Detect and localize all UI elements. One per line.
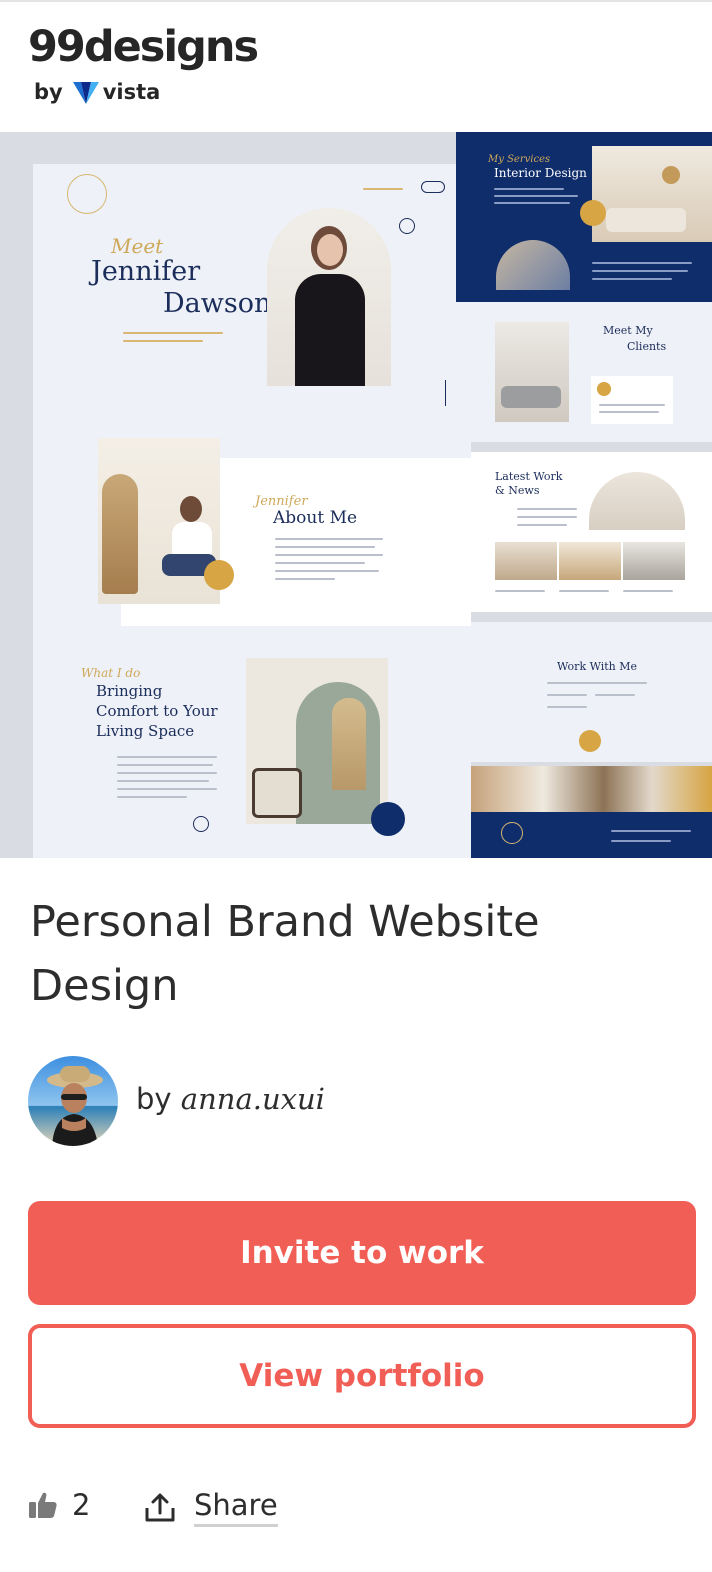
mockup-hero-name-first: Jennifer (91, 256, 201, 287)
mockup-services-script: My Services (488, 154, 551, 165)
mockup-news-section: Latest Work & News (471, 452, 712, 612)
byline-prefix: by (136, 1082, 172, 1116)
mockup-clients-section: Meet My Clients (471, 302, 712, 442)
mockup-what-title-2: Comfort to Your (96, 702, 218, 720)
mockup-services-title: Interior Design (494, 166, 587, 180)
logo-byline: by vista (34, 80, 160, 104)
mockup-gallery-strip (471, 766, 712, 812)
share-label: Share (194, 1488, 278, 1527)
project-title: Personal Brand Website Design (30, 897, 540, 1011)
mockup-news-title-2: & News (495, 484, 540, 497)
thumbs-up-icon (29, 1492, 57, 1518)
view-portfolio-button[interactable]: View portfolio (28, 1324, 696, 1428)
share-button[interactable]: Share (144, 1488, 278, 1527)
brand-logo[interactable]: 99designs by vista (28, 22, 259, 104)
mockup-work-title: Work With Me (557, 660, 638, 673)
vista-logo-icon (72, 82, 99, 104)
mockup-about-script: Jennifer (255, 494, 308, 509)
invite-to-work-button[interactable]: Invite to work (28, 1201, 696, 1305)
mockup-footer-section (471, 812, 712, 858)
like-count: 2 (72, 1488, 91, 1522)
designer-name-link[interactable]: anna.uxui (181, 1082, 325, 1116)
top-divider (0, 0, 712, 2)
design-preview-image[interactable]: Meet Jennifer Dawson Jennifer About Me W… (0, 132, 712, 858)
mockup-work-section: Work With Me (471, 622, 712, 762)
mockup-clients-title: Clients (627, 340, 667, 353)
mockup-about-photo (98, 438, 220, 604)
mockup-left-page: Meet Jennifer Dawson Jennifer About Me W… (33, 164, 471, 858)
mockup-living-photo (246, 658, 388, 824)
mockup-what-title-3: Living Space (96, 722, 195, 740)
mockup-hero-script: Meet (111, 234, 164, 258)
mockup-news-title-1: Latest Work (495, 470, 563, 483)
mockup-about-title: About Me (273, 508, 358, 528)
like-button[interactable]: 2 (28, 1488, 90, 1522)
mockup-what-script: What I do (81, 666, 141, 680)
avatar-photo (28, 1056, 118, 1146)
mockup-what-title-1: Bringing (96, 682, 163, 700)
mockup-about-badge (204, 560, 234, 590)
mockup-hero-name-last: Dawson (163, 288, 272, 319)
designer-byline: by anna.uxui (136, 1082, 325, 1116)
mockup-learn-more-badge (371, 802, 405, 836)
share-icon (145, 1493, 175, 1521)
mockup-clients-script: Meet My (603, 324, 653, 337)
mockup-mini-logo (67, 174, 107, 214)
logo-by-text: by (34, 80, 63, 104)
logo-wordmark: 99designs (28, 22, 259, 72)
mockup-portrait-photo (267, 208, 391, 386)
designer-avatar[interactable] (28, 1056, 118, 1146)
logo-partner-text: vista (102, 80, 161, 104)
mockup-services-section: My Services Interior Design (456, 132, 712, 302)
